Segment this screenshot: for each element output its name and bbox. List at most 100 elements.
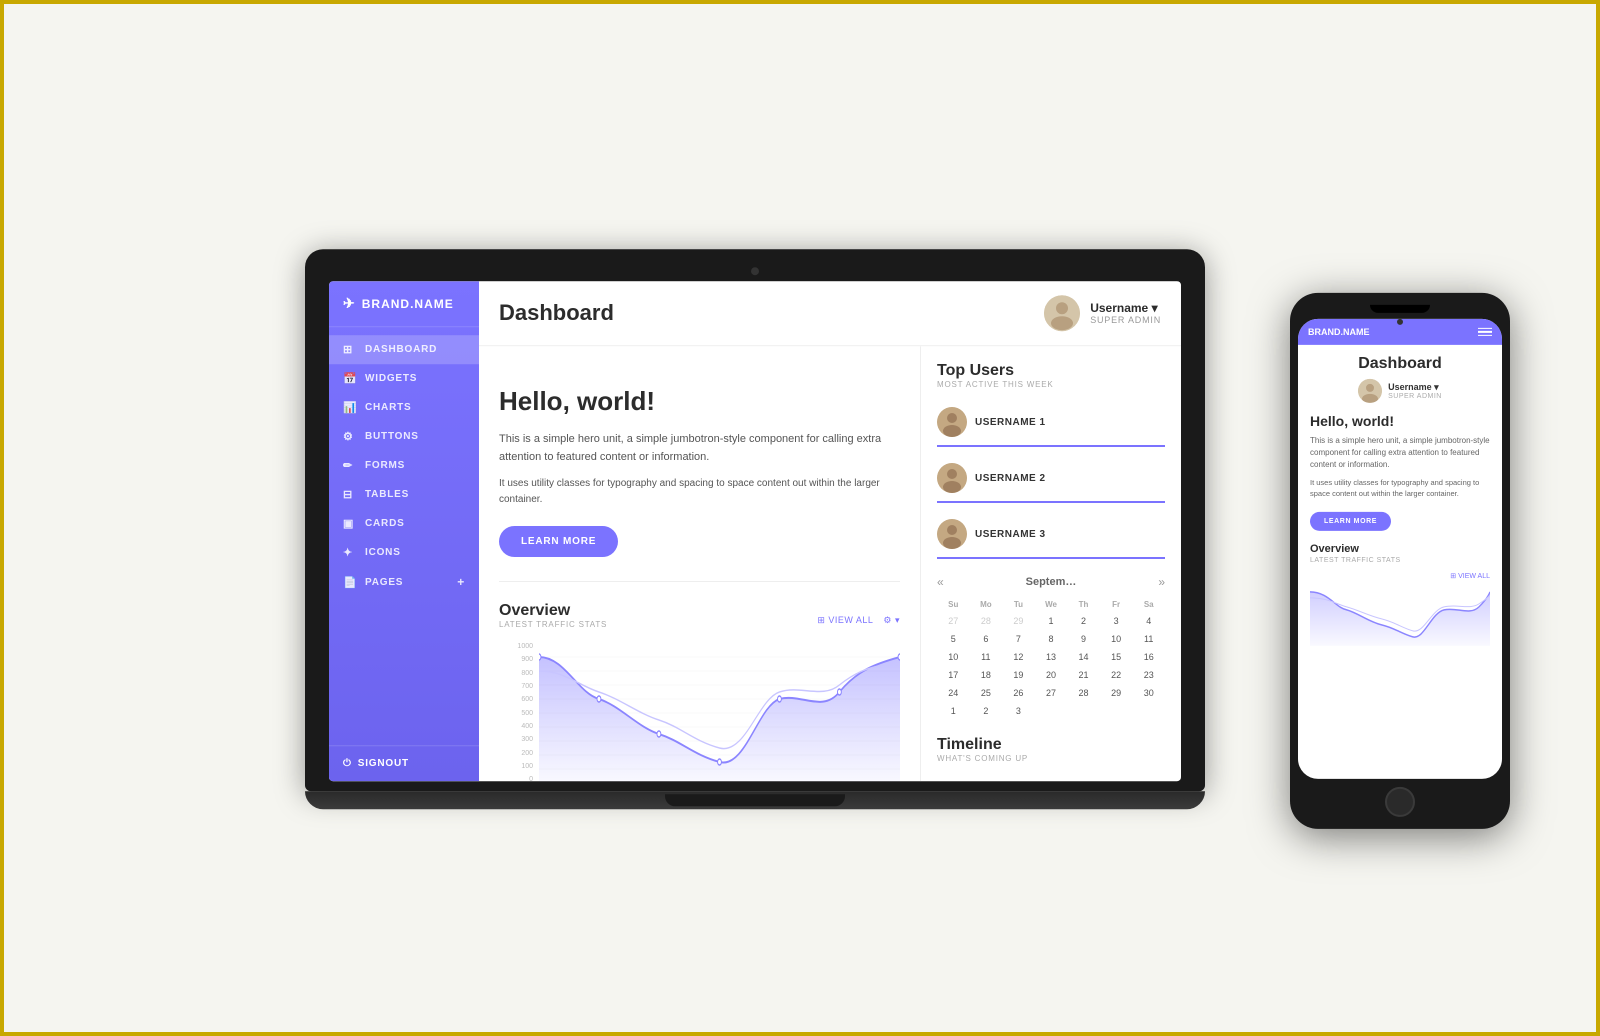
sidebar-item-label: ICONS — [365, 547, 401, 558]
cal-day[interactable]: 28 — [970, 612, 1003, 630]
cal-day[interactable]: 3 — [1100, 612, 1133, 630]
sidebar-item-widgets[interactable]: 📅 WIDGETS — [329, 364, 479, 393]
phone-hero-subtext: It uses utility classes for typography a… — [1310, 477, 1490, 500]
cal-day[interactable]: 4 — [1132, 612, 1165, 630]
calendar-week-2: 5 6 7 8 9 10 11 — [937, 630, 1165, 648]
chart-y-labels: 1000 900 800 700 600 500 400 300 200 — [499, 643, 539, 781]
sidebar-item-pages[interactable]: 📄 PAGES + — [329, 567, 479, 597]
cal-day[interactable]: 7 — [1002, 630, 1035, 648]
content-right: Top Users MOST ACTIVE THIS WEEK — [921, 346, 1181, 781]
sidebar-item-cards[interactable]: ▣ CARDS — [329, 509, 479, 538]
cal-day[interactable]: 24 — [937, 684, 970, 702]
day-header-sa: Sa — [1132, 597, 1165, 612]
user-info: Username ▾ SUPER ADMIN — [1090, 301, 1161, 325]
calendar-week-3: 10 11 12 13 14 15 16 — [937, 648, 1165, 666]
sidebar-item-icons[interactable]: ✦ ICONS — [329, 538, 479, 567]
calendar-next[interactable]: » — [1158, 575, 1165, 589]
calendar-grid: Su Mo Tu We Th Fr Sa 2 — [937, 597, 1165, 720]
top-user-item-2[interactable]: USERNAME 2 — [937, 455, 1165, 503]
user-caret: ▾ — [1152, 301, 1158, 315]
cal-day[interactable]: 30 — [1132, 684, 1165, 702]
phone-main: Dashboard Username ▾ SUPER ADMIN — [1298, 345, 1502, 656]
phone-page-title: Dashboard — [1310, 355, 1490, 373]
cal-day[interactable]: 8 — [1035, 630, 1068, 648]
cal-day[interactable]: 11 — [1132, 630, 1165, 648]
hamburger-menu[interactable] — [1478, 328, 1492, 337]
sidebar-item-label: TABLES — [365, 489, 409, 500]
chart-svg — [539, 643, 900, 781]
cal-day[interactable]: 21 — [1067, 666, 1100, 684]
calendar-prev[interactable]: « — [937, 575, 944, 589]
cal-day[interactable]: 1 — [1035, 612, 1068, 630]
timeline-section: Timeline WHAT'S COMING UP — [937, 736, 1165, 763]
hero-subtext: It uses utility classes for typography a… — [499, 476, 900, 508]
cal-day[interactable]: 17 — [937, 666, 970, 684]
overview-header: Overview LATEST TRAFFIC STATS ⊞ VIEW ALL… — [499, 602, 900, 639]
cal-day[interactable]: 6 — [970, 630, 1003, 648]
cal-day[interactable]: 18 — [970, 666, 1003, 684]
hero-text: This is a simple hero unit, a simple jum… — [499, 431, 900, 466]
cal-day[interactable]: 2 — [970, 702, 1003, 720]
phone-brand-name: BRAND.NAME — [1308, 327, 1370, 337]
user-item-avatar-2 — [937, 463, 967, 493]
sidebar-nav: ⊞ DASHBOARD 📅 WIDGETS 📊 CHARTS ⚙ — [329, 327, 479, 745]
day-header-we: We — [1035, 597, 1068, 612]
cal-day[interactable]: 9 — [1067, 630, 1100, 648]
signout-button[interactable]: ⏻ SIGNOUT — [329, 745, 479, 781]
overview-section: Overview LATEST TRAFFIC STATS ⊞ VIEW ALL… — [499, 602, 900, 781]
cal-day[interactable]: 2 — [1067, 612, 1100, 630]
cal-day[interactable]: 29 — [1002, 612, 1035, 630]
cal-day[interactable]: 16 — [1132, 648, 1165, 666]
cal-day[interactable]: 10 — [937, 648, 970, 666]
forms-icon: ✏ — [343, 459, 357, 472]
cal-day[interactable]: 26 — [1002, 684, 1035, 702]
view-all-button[interactable]: ⊞ VIEW ALL — [817, 615, 873, 626]
sidebar-item-label: WIDGETS — [365, 373, 417, 384]
sidebar: ✈ BRAND.NAME ⊞ DASHBOARD 📅 WIDGETS — [329, 281, 479, 781]
cal-day[interactable]: 10 — [1100, 630, 1133, 648]
sidebar-item-label: CARDS — [365, 518, 405, 529]
cal-day[interactable]: 11 — [970, 648, 1003, 666]
user-item-name-2: USERNAME 2 — [975, 473, 1046, 484]
sidebar-item-charts[interactable]: 📊 CHARTS — [329, 393, 479, 422]
calendar-week-5: 24 25 26 27 28 29 30 — [937, 684, 1165, 702]
cal-day[interactable]: 1 — [937, 702, 970, 720]
phone-home-button[interactable] — [1385, 787, 1415, 817]
sidebar-item-forms[interactable]: ✏ FORMS — [329, 451, 479, 480]
hero-section: Hello, world! This is a simple hero unit… — [499, 366, 900, 582]
top-users-subtitle: MOST ACTIVE THIS WEEK — [937, 380, 1165, 389]
phone-screen: BRAND.NAME Dashboard — [1298, 319, 1502, 779]
cal-day[interactable]: 5 — [937, 630, 970, 648]
learn-more-button[interactable]: LEARN MORE — [499, 526, 618, 557]
phone-view-all[interactable]: ⊞ VIEW ALL — [1450, 571, 1490, 579]
cal-day[interactable]: 23 — [1132, 666, 1165, 684]
sidebar-brand[interactable]: ✈ BRAND.NAME — [329, 281, 479, 327]
top-user-item-3[interactable]: USERNAME 3 — [937, 511, 1165, 559]
cal-day[interactable]: 20 — [1035, 666, 1068, 684]
cal-day[interactable]: 27 — [937, 612, 970, 630]
phone-username: Username ▾ — [1388, 382, 1442, 393]
sidebar-item-tables[interactable]: ⊟ TABLES — [329, 480, 479, 509]
cal-day[interactable]: 15 — [1100, 648, 1133, 666]
user-profile[interactable]: Username ▾ SUPER ADMIN — [1044, 295, 1161, 331]
cal-day[interactable]: 19 — [1002, 666, 1035, 684]
cal-day[interactable]: 29 — [1100, 684, 1133, 702]
calendar-section: « Septem… » Su Mo Tu We — [937, 575, 1165, 720]
phone-hero-title: Hello, world! — [1310, 413, 1490, 429]
top-user-item-1[interactable]: USERNAME 1 — [937, 399, 1165, 447]
settings-icon[interactable]: ⚙ ▾ — [883, 615, 900, 626]
cal-day[interactable]: 3 — [1002, 702, 1035, 720]
cal-day[interactable]: 13 — [1035, 648, 1068, 666]
cal-day[interactable]: 27 — [1035, 684, 1068, 702]
signout-icon: ⏻ — [343, 758, 352, 769]
day-header-tu: Tu — [1002, 597, 1035, 612]
sidebar-item-dashboard[interactable]: ⊞ DASHBOARD — [329, 335, 479, 364]
phone-learn-more-button[interactable]: LEARN MORE — [1310, 511, 1391, 530]
cal-day[interactable]: 22 — [1100, 666, 1133, 684]
cal-day[interactable]: 25 — [970, 684, 1003, 702]
cal-day[interactable]: 28 — [1067, 684, 1100, 702]
brand-name: BRAND.NAME — [362, 297, 454, 311]
cal-day[interactable]: 14 — [1067, 648, 1100, 666]
sidebar-item-buttons[interactable]: ⚙ BUTTONS — [329, 422, 479, 451]
cal-day[interactable]: 12 — [1002, 648, 1035, 666]
